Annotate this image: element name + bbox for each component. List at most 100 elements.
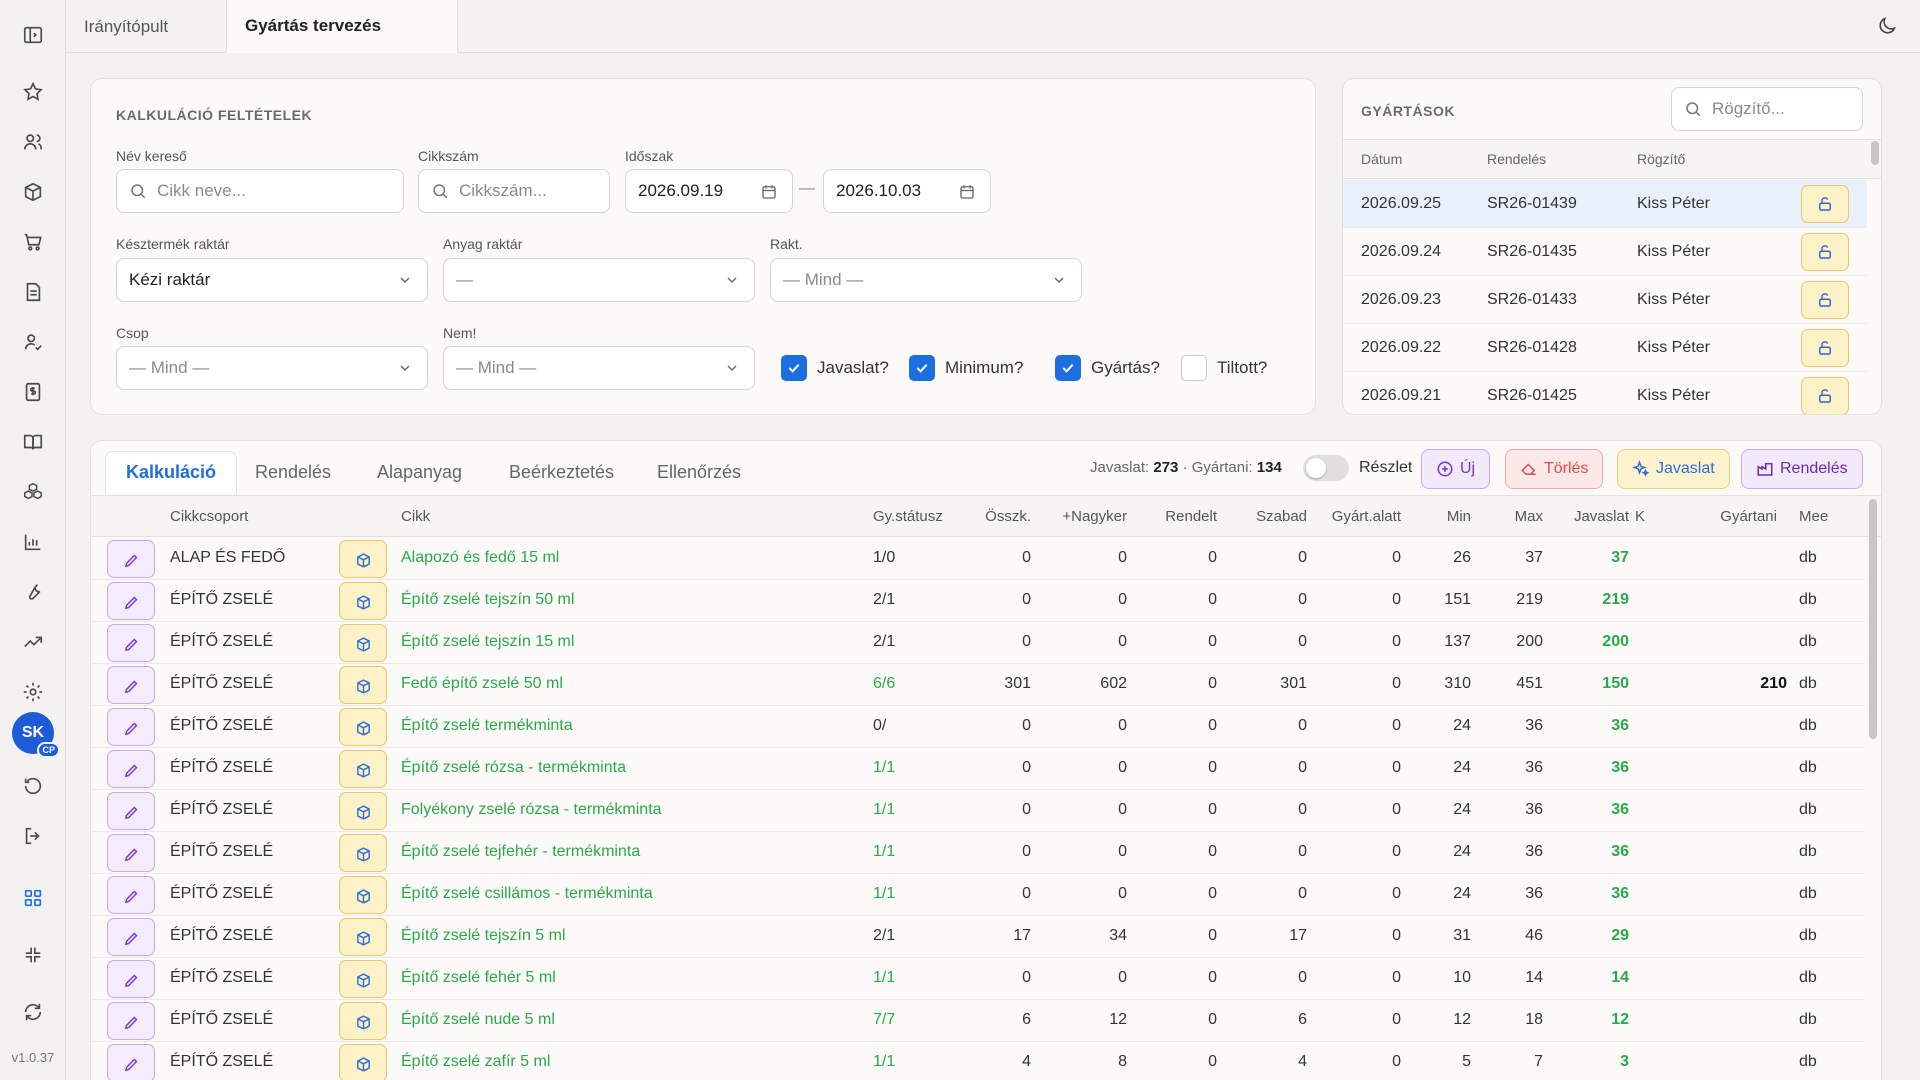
minimum-checkbox[interactable]: Minimum?	[909, 355, 1023, 381]
edit-row-button[interactable]	[107, 1002, 155, 1040]
order-button[interactable]: Rendelés	[1741, 449, 1863, 489]
package-icon[interactable]	[13, 172, 53, 212]
production-row[interactable]: 2026.09.23 SR26-01433 Kiss Péter	[1343, 276, 1867, 324]
avatar[interactable]: SK CP	[12, 712, 60, 758]
item-details-button[interactable]	[339, 708, 387, 746]
table-row[interactable]: ÉPÍTŐ ZSELÉ Építő zselé rózsa - termékmin…	[91, 748, 1865, 790]
refresh-icon[interactable]	[13, 992, 53, 1032]
item-details-button[interactable]	[339, 792, 387, 830]
table-row[interactable]: ÉPÍTŐ ZSELÉ Folyékony zselé rózsa - termé…	[91, 790, 1865, 832]
table-row[interactable]: ÉPÍTŐ ZSELÉ Építő zselé tejszín 5 ml 2/1 17…	[91, 916, 1865, 958]
cell-cikk-link[interactable]: Építő zselé rózsa - termékminta	[401, 759, 626, 777]
table-row[interactable]: ÉPÍTŐ ZSELÉ Építő zselé csillámos - termé…	[91, 874, 1865, 916]
production-row[interactable]: 2026.09.25 SR26-01439 Kiss Péter	[1343, 180, 1867, 228]
cart-icon[interactable]	[13, 222, 53, 262]
cell-cikk-link[interactable]: Alapozó és fedő 15 ml	[401, 549, 559, 567]
wrench-icon[interactable]	[13, 572, 53, 612]
edit-row-button[interactable]	[107, 876, 155, 914]
dashboard-grid-icon[interactable]	[13, 878, 53, 918]
collapse-icon[interactable]	[13, 935, 53, 975]
theme-toggle-icon[interactable]	[1876, 15, 1898, 37]
recorder-search-input[interactable]: Rögzítő...	[1671, 87, 1863, 131]
table-row[interactable]: ÉPÍTŐ ZSELÉ Építő zselé termékminta 0/0 0 0 0…	[91, 706, 1865, 748]
table-row[interactable]: ÉPÍTŐ ZSELÉ Fedő építő zselé 50 ml 6/6 301 6…	[91, 664, 1865, 706]
table-row[interactable]: ÉPÍTŐ ZSELÉ Építő zselé fehér 5 ml 1/1 0 0 0 0…	[91, 958, 1865, 1000]
delete-button[interactable]: Törlés	[1505, 449, 1604, 489]
item-details-button[interactable]	[339, 1002, 387, 1040]
edit-row-button[interactable]	[107, 960, 155, 998]
cell-cikk-link[interactable]: Fedő építő zselé 50 ml	[401, 675, 563, 693]
edit-row-button[interactable]	[107, 582, 155, 620]
rakt-select[interactable]: — Mind —	[770, 258, 1082, 302]
sidebar-toggle-icon[interactable]	[13, 15, 53, 55]
cell-cikk-link[interactable]: Építő zselé zafír 5 ml	[401, 1053, 550, 1071]
cell-cikk-link[interactable]: Építő zselé fehér 5 ml	[401, 969, 556, 987]
edit-row-button[interactable]	[107, 750, 155, 788]
table-row[interactable]: ÉPÍTŐ ZSELÉ Építő zselé tejszín 15 ml 2/1 0…	[91, 622, 1865, 664]
finished-warehouse-select[interactable]: Kézi raktár	[116, 258, 428, 302]
book-icon[interactable]	[13, 422, 53, 462]
cell-cikk-link[interactable]: Építő zselé tejszín 15 ml	[401, 633, 574, 651]
cell-cikk-link[interactable]: Építő zselé tejszín 5 ml	[401, 927, 566, 945]
tiltott-checkbox[interactable]: Tiltott?	[1181, 355, 1267, 381]
edit-row-button[interactable]	[107, 540, 155, 578]
material-warehouse-select[interactable]: —	[443, 258, 755, 302]
item-details-button[interactable]	[339, 582, 387, 620]
edit-row-button[interactable]	[107, 708, 155, 746]
tab-alapanyag[interactable]: Alapanyag	[357, 451, 482, 493]
item-details-button[interactable]	[339, 624, 387, 662]
item-details-button[interactable]	[339, 666, 387, 704]
item-details-button[interactable]	[339, 918, 387, 956]
logout-icon[interactable]	[13, 816, 53, 856]
name-search-input[interactable]: Cikk neve...	[116, 169, 404, 213]
cell-cikk-link[interactable]: Folyékony zselé rózsa - termékminta	[401, 801, 662, 819]
trending-up-icon[interactable]	[13, 622, 53, 662]
item-details-button[interactable]	[339, 750, 387, 788]
cell-cikk-link[interactable]: Építő zselé nude 5 ml	[401, 1011, 555, 1029]
date-from-input[interactable]: 2026.09.19	[625, 169, 793, 213]
unlock-button[interactable]	[1801, 233, 1849, 271]
detail-toggle[interactable]	[1303, 455, 1349, 481]
item-details-button[interactable]	[339, 1044, 387, 1080]
item-details-button[interactable]	[339, 876, 387, 914]
tab-rendeles[interactable]: Rendelés	[235, 451, 351, 493]
cell-cikk-link[interactable]: Építő zselé tejfehér - termékminta	[401, 843, 640, 861]
suggest-button[interactable]: Javaslat	[1617, 449, 1730, 489]
item-details-button[interactable]	[339, 834, 387, 872]
chart-icon[interactable]	[13, 522, 53, 562]
unlock-button[interactable]	[1801, 329, 1849, 367]
history-icon[interactable]	[13, 766, 53, 806]
gear-icon[interactable]	[13, 672, 53, 712]
production-row[interactable]: 2026.09.21 SR26-01425 Kiss Péter	[1343, 372, 1867, 414]
edit-row-button[interactable]	[107, 834, 155, 872]
star-icon[interactable]	[13, 72, 53, 112]
invoice-icon[interactable]	[13, 372, 53, 412]
document-icon[interactable]	[13, 272, 53, 312]
tab-ellenorzes[interactable]: Ellenőrzés	[637, 451, 761, 493]
tab-kalkulacio[interactable]: Kalkuláció	[105, 451, 238, 493]
sku-input[interactable]: Cikkszám...	[418, 169, 610, 213]
unlock-button[interactable]	[1801, 377, 1849, 414]
unlock-button[interactable]	[1801, 185, 1849, 223]
table-row[interactable]: ÉPÍTŐ ZSELÉ Építő zselé tejszín 50 ml 2/1 0…	[91, 580, 1865, 622]
table-row[interactable]: ALAP ÉS FEDŐ Alapozó és fedő 15 ml 1/0 0 0 0 0…	[91, 538, 1865, 580]
calendar-icon[interactable]	[958, 183, 976, 201]
calculation-scrollbar[interactable]	[1869, 499, 1877, 739]
item-details-button[interactable]	[339, 960, 387, 998]
edit-row-button[interactable]	[107, 918, 155, 956]
tab-beerkeztetes[interactable]: Beérkeztetés	[489, 451, 634, 493]
boxes-icon[interactable]	[13, 472, 53, 512]
edit-row-button[interactable]	[107, 624, 155, 662]
table-row[interactable]: ÉPÍTŐ ZSELÉ Építő zselé zafír 5 ml 1/1 4 8 0 4…	[91, 1042, 1865, 1080]
date-to-input[interactable]: 2026.10.03	[823, 169, 991, 213]
calendar-icon[interactable]	[760, 183, 778, 201]
productions-scrollbar[interactable]	[1871, 141, 1879, 165]
edit-row-button[interactable]	[107, 1044, 155, 1080]
cell-cikk-link[interactable]: Építő zselé termékminta	[401, 717, 573, 735]
tab-iranyitopult[interactable]: Irányítópult	[66, 0, 186, 53]
cell-cikk-link[interactable]: Építő zselé csillámos - termékminta	[401, 885, 653, 903]
user-check-icon[interactable]	[13, 322, 53, 362]
table-row[interactable]: ÉPÍTŐ ZSELÉ Építő zselé nude 5 ml 7/7 6 12 0 6…	[91, 1000, 1865, 1042]
cell-cikk-link[interactable]: Építő zselé tejszín 50 ml	[401, 591, 574, 609]
gyartas-checkbox[interactable]: Gyártás?	[1055, 355, 1160, 381]
